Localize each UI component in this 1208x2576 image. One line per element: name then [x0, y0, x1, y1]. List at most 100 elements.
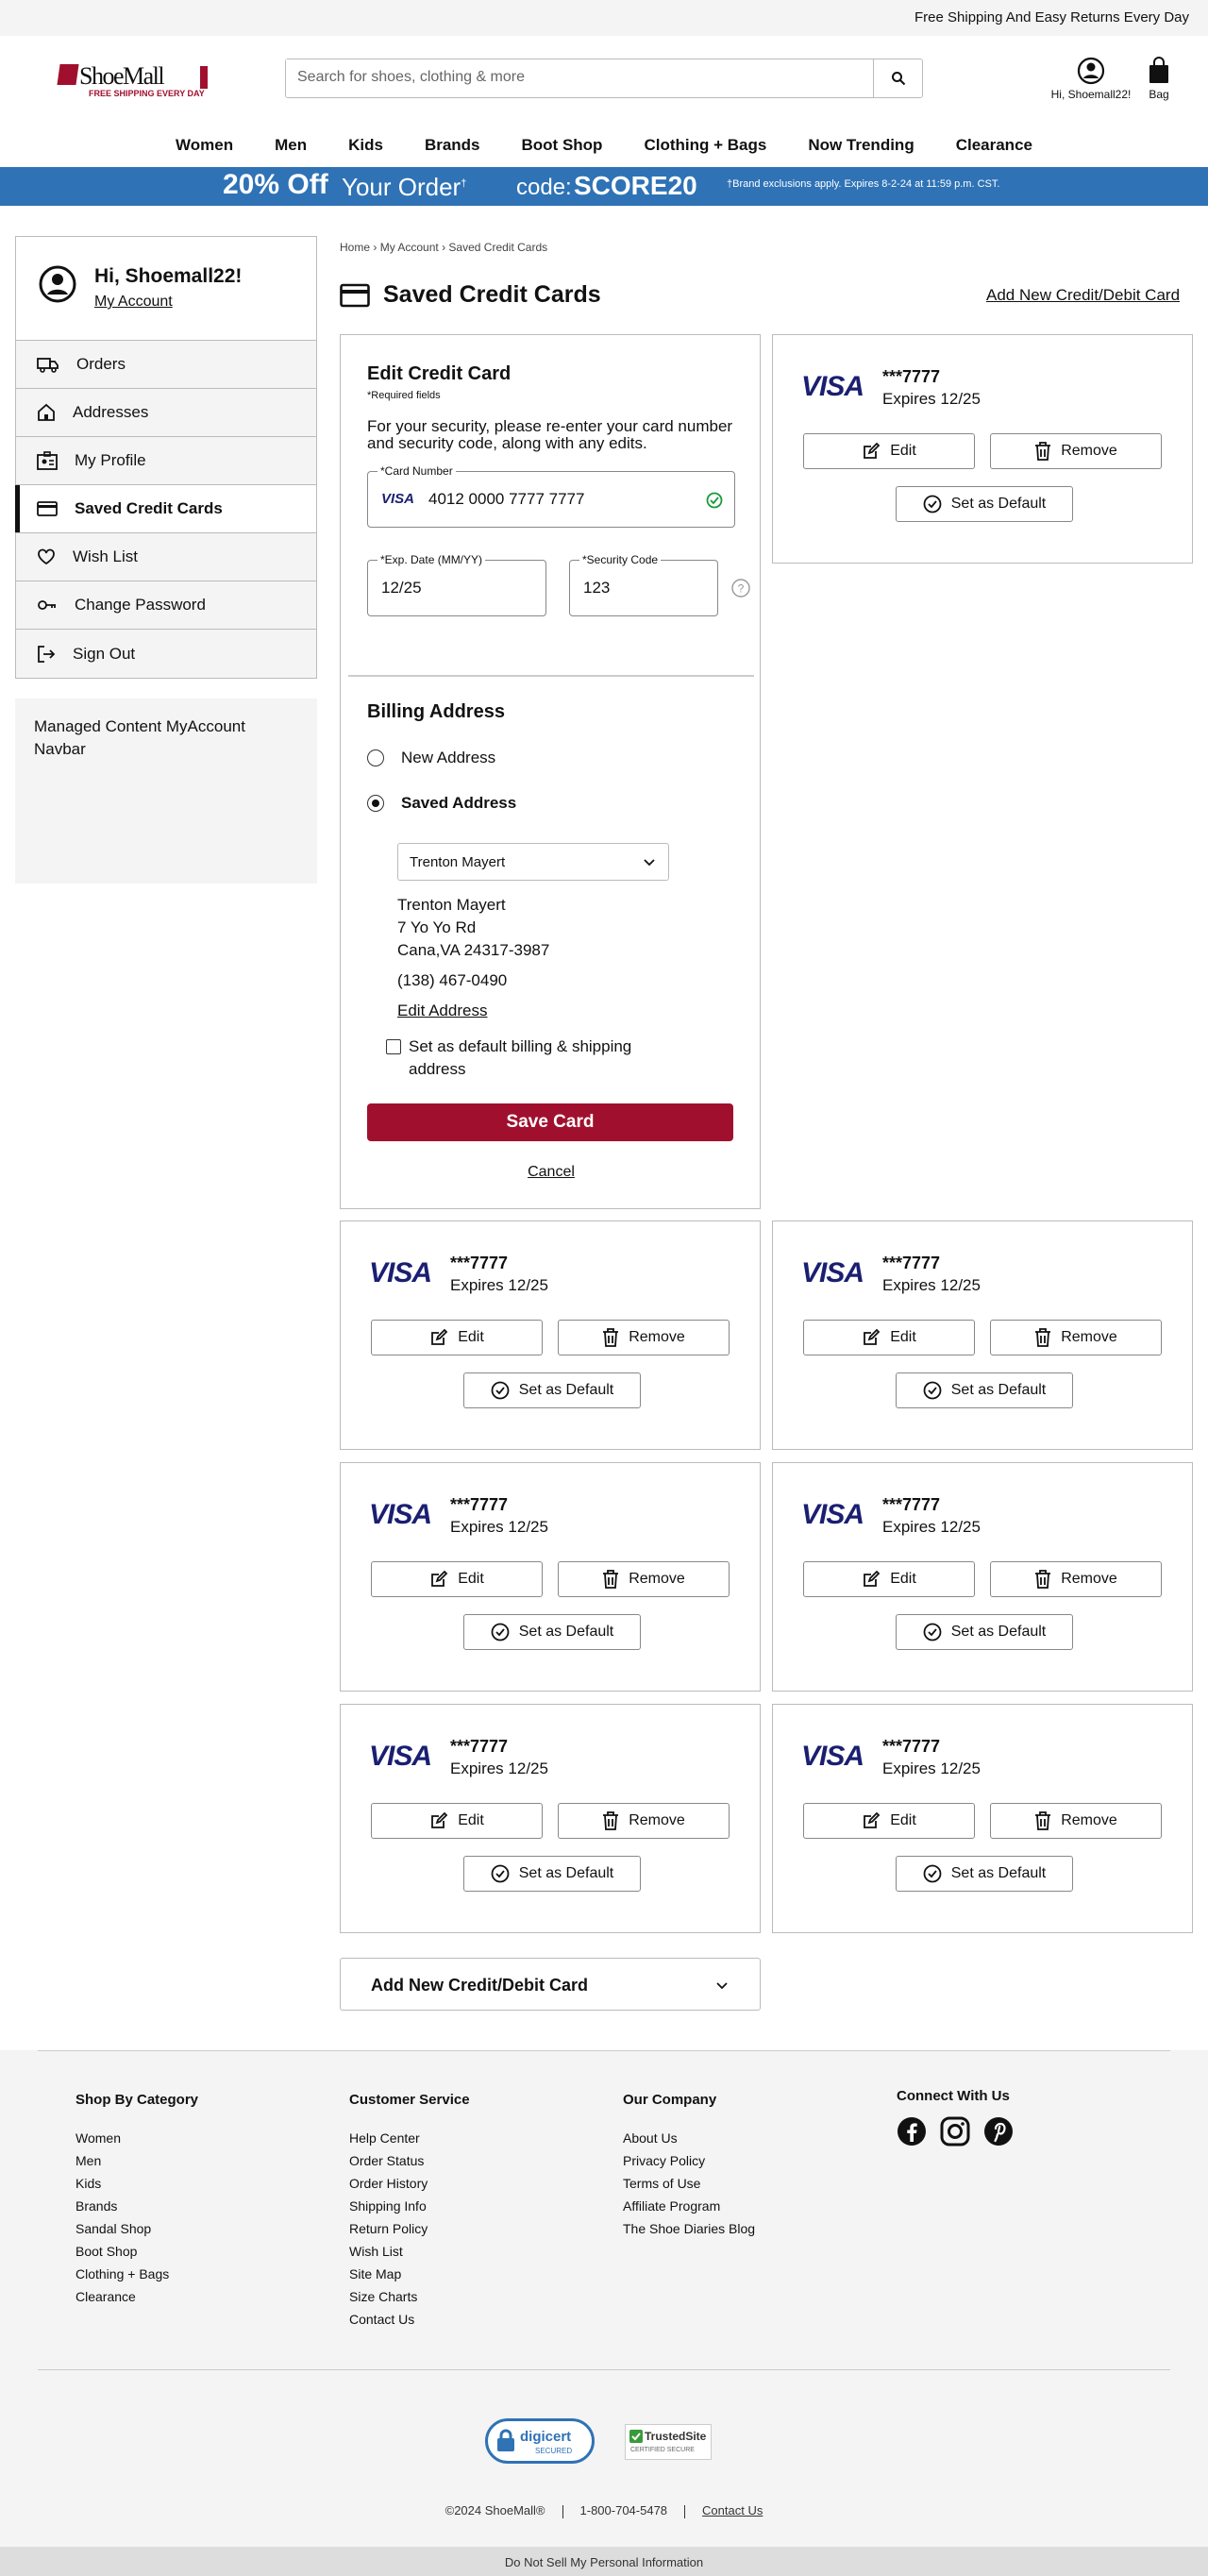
remove-card-button[interactable]: Remove: [990, 1561, 1162, 1597]
set-default-button[interactable]: Set as Default: [896, 1856, 1073, 1892]
nav-clothing-bags[interactable]: Clothing + Bags: [623, 126, 787, 164]
bag-button[interactable]: Bag: [1140, 57, 1178, 101]
promo-banner[interactable]: 20% Off Your Order† code: SCORE20 †Brand…: [0, 167, 1208, 206]
sidebar-item-my-profile[interactable]: My Profile: [16, 437, 316, 485]
nav-brands[interactable]: Brands: [404, 126, 501, 164]
add-new-card-accordion[interactable]: Add New Credit/Debit Card: [340, 1958, 761, 2011]
saved-address-radio[interactable]: [367, 795, 384, 812]
nav-now-trending[interactable]: Now Trending: [787, 126, 934, 164]
my-account-link[interactable]: My Account: [94, 294, 173, 311]
address-select[interactable]: Trenton Mayert: [397, 843, 669, 881]
set-default-button[interactable]: Set as Default: [463, 1614, 641, 1650]
footer-link[interactable]: Privacy Policy: [623, 2153, 755, 2176]
footer-link[interactable]: Men: [76, 2153, 198, 2176]
breadcrumb-home[interactable]: Home: [340, 241, 370, 254]
edit-card-button[interactable]: Edit: [371, 1803, 543, 1839]
shoemall-logo[interactable]: ShoeMall FREE SHIPPING EVERY DAY: [57, 62, 210, 102]
new-address-radio[interactable]: [367, 749, 384, 766]
set-default-button[interactable]: Set as Default: [896, 1614, 1073, 1650]
default-address-checkbox[interactable]: [386, 1039, 401, 1054]
sidebar-item-wish-list[interactable]: Wish List: [16, 533, 316, 581]
edit-card-button[interactable]: Edit: [371, 1320, 543, 1355]
edit-card-button[interactable]: Edit: [803, 1803, 975, 1839]
set-default-button[interactable]: Set as Default: [896, 486, 1073, 522]
remove-card-button[interactable]: Remove: [990, 433, 1162, 469]
footer-link[interactable]: Women: [76, 2130, 198, 2153]
pinterest-icon[interactable]: [983, 2116, 1014, 2147]
account-menu[interactable]: Hi, Shoemall22!: [1048, 57, 1134, 101]
footer-link[interactable]: Order History: [349, 2176, 470, 2198]
nav-boot-shop[interactable]: Boot Shop: [501, 126, 624, 164]
check-icon: [629, 2430, 643, 2443]
facebook-icon[interactable]: [897, 2116, 927, 2147]
footer-link[interactable]: Terms of Use: [623, 2176, 755, 2198]
digicert-badge[interactable]: digicert SECURED: [485, 2418, 595, 2464]
footer-link[interactable]: Order Status: [349, 2153, 470, 2176]
top-announcement: Free Shipping And Easy Returns Every Day: [0, 0, 1208, 36]
add-card-link[interactable]: Add New Credit/Debit Card: [986, 286, 1180, 305]
trustedsite-badge[interactable]: TrustedSite CERTIFIED SECURE: [625, 2424, 712, 2460]
nav-clearance[interactable]: Clearance: [935, 126, 1053, 164]
set-default-label: Set as Default: [518, 1624, 614, 1640]
set-default-button[interactable]: Set as Default: [463, 1856, 641, 1892]
footer-divider: [38, 2050, 1170, 2051]
sidebar-item-label: Addresses: [73, 403, 149, 421]
footer-link[interactable]: The Shoe Diaries Blog: [623, 2221, 755, 2244]
footer-link[interactable]: Clearance: [76, 2289, 198, 2312]
sidebar-item-sign-out[interactable]: Sign Out: [16, 630, 316, 678]
remove-card-button[interactable]: Remove: [558, 1803, 730, 1839]
card-number: ***7777: [882, 1254, 941, 1272]
do-not-sell-link[interactable]: Do Not Sell My Personal Information: [0, 2547, 1208, 2576]
footer-link[interactable]: Help Center: [349, 2130, 470, 2153]
card-number-field[interactable]: *Card Number VISA 4012 0000 7777 7777: [367, 464, 735, 528]
remove-card-button[interactable]: Remove: [990, 1803, 1162, 1839]
help-icon[interactable]: ?: [731, 579, 750, 598]
footer-link[interactable]: Contact Us: [349, 2312, 470, 2334]
footer-link[interactable]: Sandal Shop: [76, 2221, 198, 2244]
contact-us-link[interactable]: Contact Us: [702, 2503, 763, 2517]
set-default-label: Set as Default: [950, 1865, 1047, 1881]
card-expiry: Expires 12/25: [882, 1518, 981, 1536]
sidebar-item-addresses[interactable]: Addresses: [16, 389, 316, 437]
set-default-button[interactable]: Set as Default: [463, 1372, 641, 1408]
footer-link[interactable]: Boot Shop: [76, 2244, 198, 2266]
sidebar-item-saved-credit-cards[interactable]: Saved Credit Cards: [15, 485, 316, 533]
search-button[interactable]: [873, 59, 922, 97]
sidebar-item-change-password[interactable]: Change Password: [16, 581, 316, 630]
sidebar-item-orders[interactable]: Orders: [16, 341, 316, 389]
footer-link[interactable]: Shipping Info: [349, 2198, 470, 2221]
site-footer: Shop By Category Women Men Kids Brands S…: [0, 2050, 1208, 2576]
edit-address-link[interactable]: Edit Address: [397, 1002, 487, 1020]
edit-card-button[interactable]: Edit: [803, 433, 975, 469]
footer-link[interactable]: About Us: [623, 2130, 755, 2153]
search-input[interactable]: [286, 59, 871, 95]
breadcrumb-my-account[interactable]: My Account: [380, 241, 439, 254]
footer-link[interactable]: Affiliate Program: [623, 2198, 755, 2221]
save-card-button[interactable]: Save Card: [367, 1103, 733, 1141]
footer-heading: Connect With Us: [897, 2088, 1010, 2104]
exp-date-field[interactable]: *Exp. Date (MM/YY) 12/25: [367, 553, 546, 616]
check-circle-icon: [923, 1864, 942, 1883]
security-code-field[interactable]: *Security Code 123: [569, 553, 718, 616]
set-default-button[interactable]: Set as Default: [896, 1372, 1073, 1408]
edit-card-button[interactable]: Edit: [371, 1561, 543, 1597]
remove-card-button[interactable]: Remove: [990, 1320, 1162, 1355]
nav-kids[interactable]: Kids: [327, 126, 404, 164]
footer-link[interactable]: Size Charts: [349, 2289, 470, 2312]
footer-link[interactable]: Return Policy: [349, 2221, 470, 2244]
billing-title: Billing Address: [367, 701, 505, 722]
footer-link[interactable]: Clothing + Bags: [76, 2266, 198, 2289]
edit-card-button[interactable]: Edit: [803, 1561, 975, 1597]
edit-card-button[interactable]: Edit: [803, 1320, 975, 1355]
footer-link[interactable]: Wish List: [349, 2244, 470, 2266]
instagram-icon[interactable]: [940, 2116, 970, 2147]
cancel-link[interactable]: Cancel: [341, 1164, 762, 1181]
footer-link[interactable]: Kids: [76, 2176, 198, 2198]
remove-card-button[interactable]: Remove: [558, 1320, 730, 1355]
nav-women[interactable]: Women: [155, 126, 254, 164]
nav-men[interactable]: Men: [254, 126, 327, 164]
remove-card-button[interactable]: Remove: [558, 1561, 730, 1597]
default-address-label: Set as default billing & shipping addres…: [409, 1037, 632, 1078]
footer-link[interactable]: Site Map: [349, 2266, 470, 2289]
footer-link[interactable]: Brands: [76, 2198, 198, 2221]
